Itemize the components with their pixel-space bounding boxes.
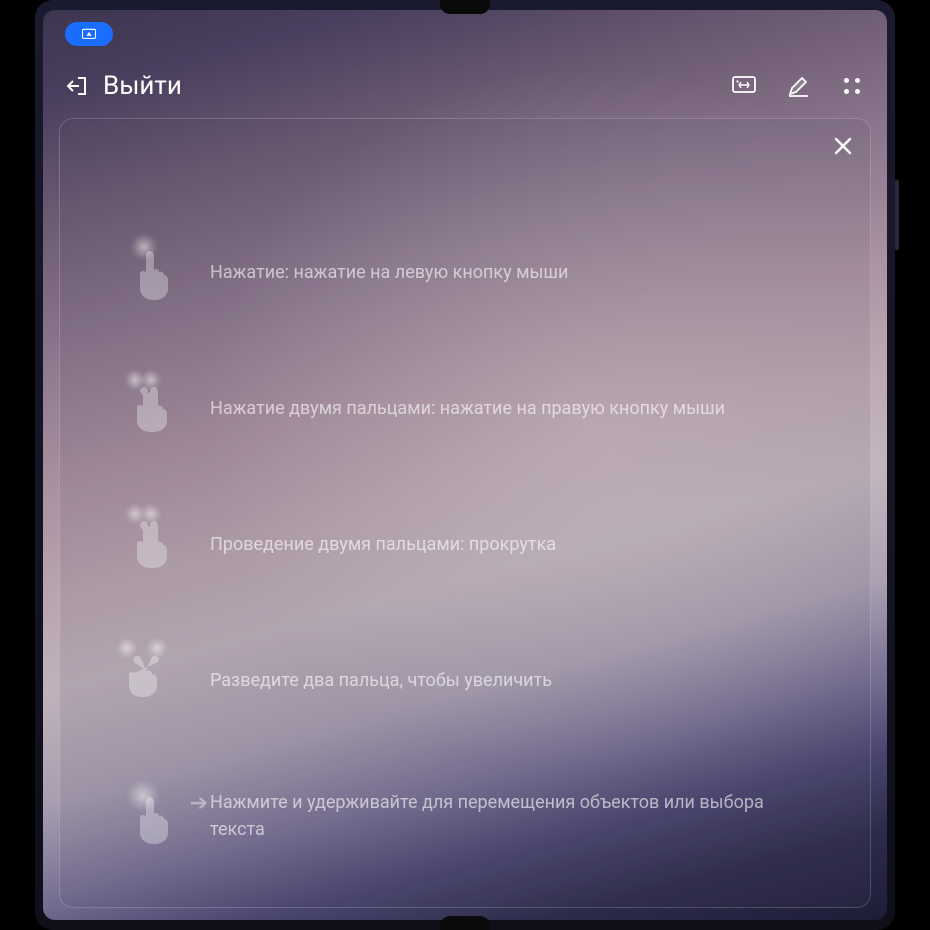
gesture-list: Нажатие: нажатие на левую кнопку мыши На…: [78, 237, 852, 851]
exit-label: Выйти: [103, 71, 182, 101]
pencil-icon: [786, 74, 810, 98]
gesture-label: Нажатие: нажатие на левую кнопку мыши: [210, 259, 568, 286]
more-dots-icon: [844, 78, 860, 94]
gesture-row-two-tap: Нажатие двумя пальцами: нажатие на праву…: [118, 373, 822, 443]
device-hinge-bottom: [440, 916, 490, 930]
gesture-tap-icon: [118, 237, 182, 307]
screenshot-icon: [731, 75, 757, 97]
gesture-two-swipe-icon: [118, 509, 182, 579]
top-bar: Выйти: [43, 58, 887, 114]
close-icon: [832, 135, 854, 157]
gesture-two-tap-icon: [118, 373, 182, 443]
edit-button[interactable]: [785, 73, 811, 99]
top-actions: [731, 73, 865, 99]
gesture-pinch-icon: [118, 645, 182, 715]
more-button[interactable]: [839, 73, 865, 99]
cast-icon: [81, 28, 97, 41]
gesture-help-card: Нажатие: нажатие на левую кнопку мыши На…: [59, 118, 871, 908]
gesture-row-two-swipe: Проведение двумя пальцами: прокрутка: [118, 509, 822, 579]
gesture-row-pinch: Разведите два пальца, чтобы увеличить: [118, 645, 822, 715]
device-side-button: [895, 180, 899, 250]
screenshot-button[interactable]: [731, 73, 757, 99]
screen: Выйти: [43, 10, 887, 920]
gesture-label: Нажатие двумя пальцами: нажатие на праву…: [210, 395, 725, 422]
device-frame: Выйти: [35, 0, 895, 930]
cast-status-pill[interactable]: [65, 22, 113, 46]
gesture-row-hold-drag: ➔ Нажмите и удерживайте для перемещения …: [118, 781, 822, 851]
gesture-row-tap: Нажатие: нажатие на левую кнопку мыши: [118, 237, 822, 307]
gesture-label: Нажмите и удерживайте для перемещения об…: [210, 789, 822, 843]
exit-button[interactable]: Выйти: [65, 71, 182, 101]
gesture-label: Проведение двумя пальцами: прокрутка: [210, 531, 556, 558]
gesture-hold-drag-icon: ➔: [118, 781, 182, 851]
device-hinge-top: [440, 0, 490, 14]
close-button[interactable]: [832, 135, 854, 157]
arrow-right-icon: ➔: [190, 791, 208, 816]
gesture-label: Разведите два пальца, чтобы увеличить: [210, 667, 552, 694]
exit-icon: [65, 74, 89, 98]
